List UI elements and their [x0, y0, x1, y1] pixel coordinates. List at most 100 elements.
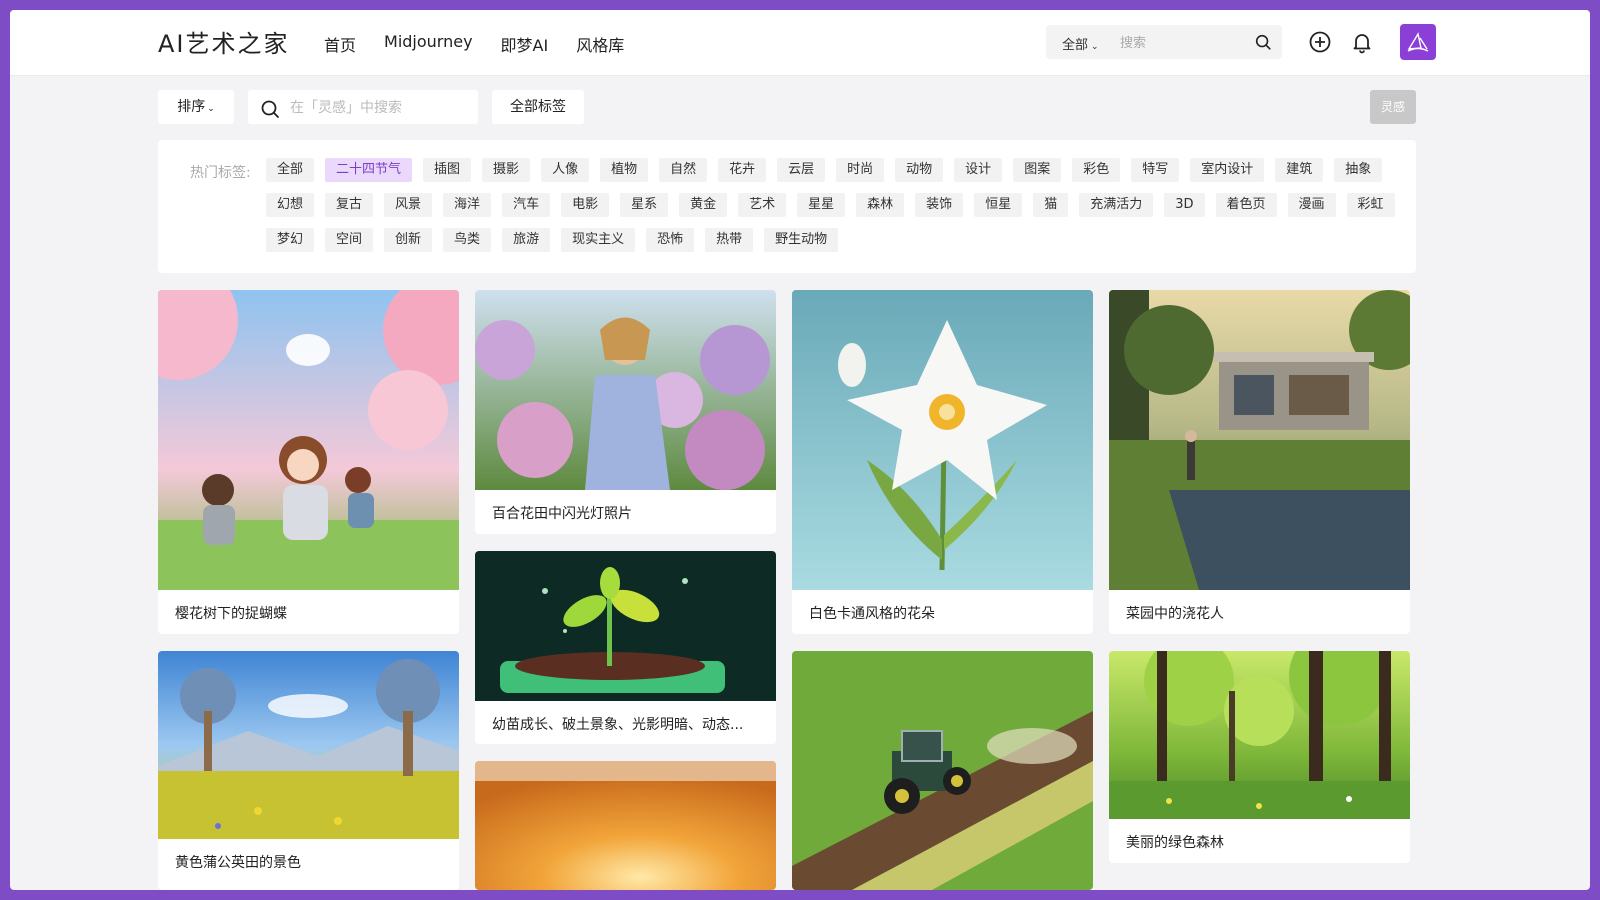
card-caption: 樱花树下的捉蝴蝶 — [175, 606, 287, 622]
nav-jimeng[interactable]: 即梦AI — [501, 32, 549, 56]
user-avatar[interactable] — [1400, 24, 1436, 60]
sort-label: 排序 — [177, 99, 206, 115]
card-caption: 美丽的绿色森林 — [1126, 835, 1224, 851]
card-image-seedling — [475, 551, 776, 701]
nav-style-library[interactable]: 风格库 — [576, 32, 624, 56]
chevron-down-icon: ⌄ — [207, 104, 215, 114]
card-image-green-forest — [1109, 651, 1410, 819]
tag-chip[interactable]: 摄影 — [482, 158, 531, 182]
tag-chip[interactable]: 汽车 — [502, 193, 551, 217]
search-input[interactable] — [1118, 31, 1242, 55]
tag-chip[interactable]: 图案 — [1013, 158, 1062, 182]
tag-chip[interactable]: 设计 — [954, 158, 1003, 182]
tag-chip[interactable]: 云层 — [777, 158, 826, 182]
site-logo[interactable]: AI艺术之家 — [158, 24, 290, 59]
sort-button[interactable]: 排序 ⌄ — [158, 90, 234, 124]
card-caption: 幼苗成长、破土景象、光影明暗、动态... — [492, 717, 744, 733]
global-search: 全部 ⌄ — [1046, 25, 1282, 59]
tag-chip[interactable]: 插图 — [423, 158, 472, 182]
image-card[interactable]: 黄色蒲公英田的景色 — [158, 651, 459, 890]
app-window: AI艺术之家 首页 Midjourney 即梦AI 风格库 全部⌄ 排序⌄ 全部… — [10, 10, 1590, 890]
tag-chip[interactable]: 复古 — [325, 193, 374, 217]
tag-chip[interactable]: 艺术 — [738, 193, 787, 217]
tag-chip[interactable]: 二十四节气 — [325, 158, 413, 182]
main-nav: 首页 Midjourney 即梦AI 风格库 — [324, 32, 624, 56]
image-card[interactable]: 美丽的绿色森林 — [1109, 651, 1410, 863]
bell-icon[interactable] — [1350, 30, 1374, 54]
image-card[interactable]: 幼苗成长、破土景象、光影明暗、动态... — [475, 551, 776, 744]
tag-chip[interactable]: 热带 — [705, 228, 754, 252]
tag-chip[interactable]: 植物 — [600, 158, 649, 182]
tag-chip[interactable]: 旅游 — [502, 228, 551, 252]
nav-midjourney[interactable]: Midjourney — [384, 32, 473, 56]
tag-chip[interactable]: 特写 — [1131, 158, 1180, 182]
tag-chip[interactable]: 建筑 — [1275, 158, 1324, 182]
tag-chip[interactable]: 人像 — [541, 158, 590, 182]
card-image-white-flower — [792, 290, 1093, 590]
tag-chip[interactable]: 彩色 — [1072, 158, 1121, 182]
card-caption: 黄色蒲公英田的景色 — [175, 855, 301, 871]
image-card[interactable]: 菜园中的浇花人 — [1109, 290, 1410, 634]
tag-chip[interactable]: 自然 — [659, 158, 708, 182]
image-card[interactable] — [792, 651, 1093, 890]
tag-chip[interactable]: 风景 — [384, 193, 433, 217]
all-tags-button[interactable]: 全部标签 — [492, 90, 584, 124]
tag-chip[interactable]: 梦幻 — [266, 228, 315, 252]
tag-chip[interactable]: 全部 — [266, 158, 315, 182]
tag-chip[interactable]: 空间 — [325, 228, 374, 252]
add-circle-icon[interactable] — [1308, 30, 1332, 54]
avatar-logo-icon — [1407, 32, 1429, 52]
tag-chip[interactable]: 充满活力 — [1079, 193, 1154, 217]
inspiration-button[interactable]: 灵感 — [1370, 90, 1416, 124]
top-header: AI艺术之家 首页 Midjourney 即梦AI 风格库 全部 ⌄ — [10, 10, 1590, 76]
tag-chip[interactable]: 漫画 — [1287, 193, 1336, 217]
tag-chip[interactable]: 着色页 — [1215, 193, 1277, 217]
inspiration-search-input[interactable] — [288, 96, 472, 120]
tag-chip[interactable]: 彩虹 — [1346, 193, 1395, 217]
tag-chip[interactable]: 装饰 — [915, 193, 964, 217]
nav-home[interactable]: 首页 — [324, 32, 356, 56]
hot-tags-panel: 热门标签: 全部 二十四节气 插图 摄影 人像 植物 自然 花卉 云层 时尚 动物 设计 图案 彩色 特写室… — [158, 140, 1416, 273]
image-card[interactable]: 樱花树下的捉蝴蝶 — [158, 290, 459, 634]
tag-chip[interactable]: 花卉 — [718, 158, 767, 182]
search-icon[interactable] — [1254, 33, 1272, 51]
image-card[interactable]: 百合花田中闪光灯照片 — [475, 290, 776, 534]
tag-chip[interactable]: 恒星 — [974, 193, 1023, 217]
tag-chip[interactable]: 海洋 — [443, 193, 492, 217]
tag-chip[interactable]: 恐怖 — [646, 228, 695, 252]
image-card[interactable]: 白色卡通风格的花朵 — [792, 290, 1093, 634]
chevron-down-icon: ⌄ — [1091, 42, 1099, 52]
tag-chip[interactable]: 电影 — [561, 193, 610, 217]
tag-chip[interactable]: 动物 — [895, 158, 944, 182]
inspiration-search — [248, 90, 478, 124]
search-scope-label: 全部 — [1062, 38, 1089, 53]
tag-chip[interactable]: 3D — [1164, 193, 1205, 217]
card-caption: 菜园中的浇花人 — [1126, 606, 1224, 622]
card-caption: 百合花田中闪光灯照片 — [492, 506, 632, 522]
card-image-golden-light — [475, 761, 776, 890]
search-icon[interactable] — [260, 99, 280, 119]
card-image-dandelion-field — [158, 651, 459, 839]
tag-chip[interactable]: 室内设计 — [1190, 158, 1265, 182]
card-image-tractor — [792, 651, 1093, 890]
tag-chip[interactable]: 黄金 — [679, 193, 728, 217]
tag-chip[interactable]: 星星 — [797, 193, 846, 217]
hot-tags-label: 热门标签: — [190, 165, 251, 181]
image-card[interactable] — [475, 761, 776, 890]
tag-chip[interactable]: 幻想 — [266, 193, 315, 217]
tag-chip[interactable]: 抽象 — [1334, 158, 1383, 182]
tag-chip[interactable]: 猫 — [1033, 193, 1069, 217]
card-image-cherry-blossom — [158, 290, 459, 590]
tag-chip[interactable]: 现实主义 — [561, 228, 636, 252]
card-image-garden-house — [1109, 290, 1410, 590]
tag-chip[interactable]: 星系 — [620, 193, 669, 217]
card-image-hydrangea-woman — [475, 290, 776, 490]
tag-chip[interactable]: 鸟类 — [443, 228, 492, 252]
tag-chip[interactable]: 野生动物 — [764, 228, 839, 252]
tag-list: 全部 二十四节气 插图 摄影 人像 植物 自然 花卉 云层 时尚 动物 设计 图案 彩色 特写 室内设计 建筑抽… — [266, 158, 1396, 252]
tag-chip[interactable]: 森林 — [856, 193, 905, 217]
card-caption: 白色卡通风格的花朵 — [809, 606, 935, 622]
tag-chip[interactable]: 创新 — [384, 228, 433, 252]
search-scope-dropdown[interactable]: 全部 ⌄ — [1062, 34, 1099, 53]
tag-chip[interactable]: 时尚 — [836, 158, 885, 182]
